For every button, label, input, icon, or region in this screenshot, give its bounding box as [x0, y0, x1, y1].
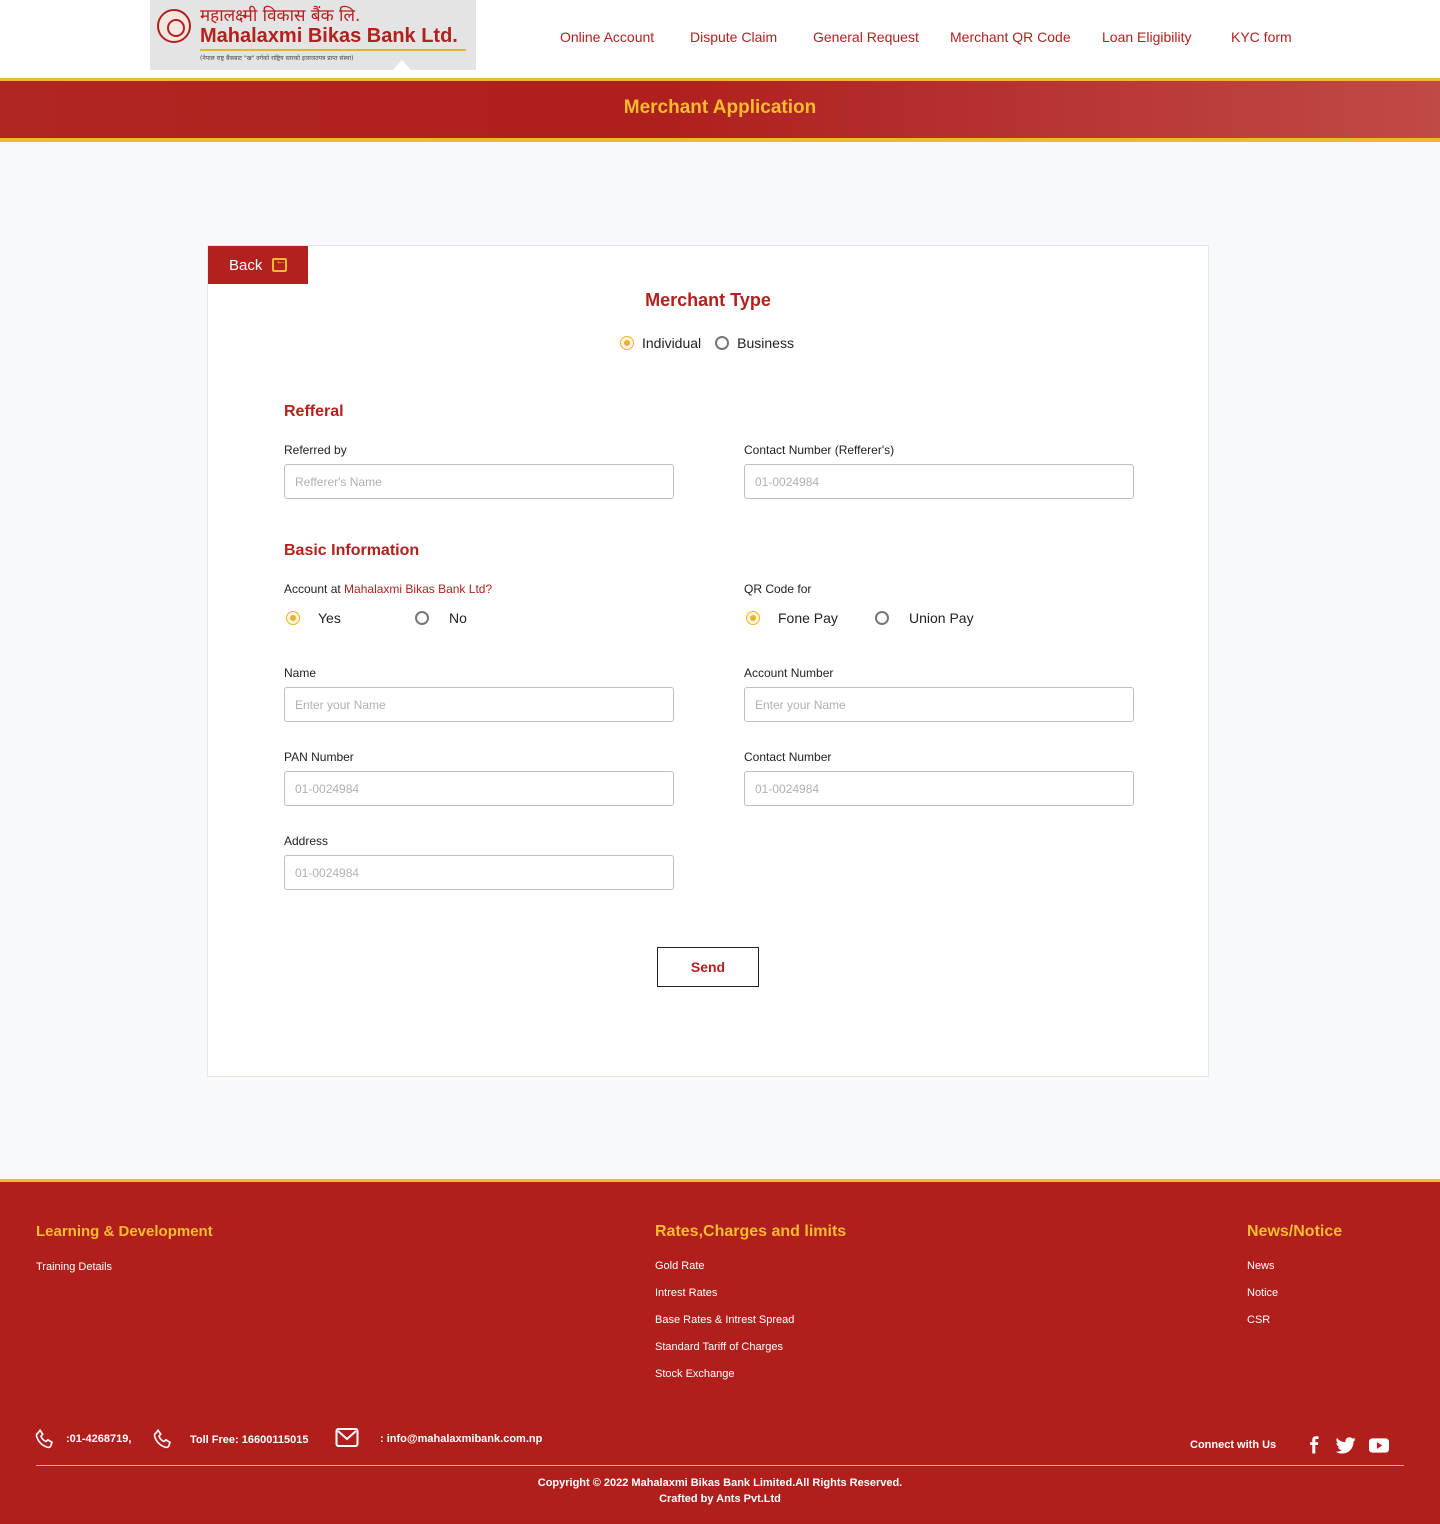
account-number-label: Account Number	[744, 666, 834, 680]
nav-general-request[interactable]: General Request	[813, 29, 919, 45]
site-header: महालक्ष्मी विकास बैंक लि. Mahalaxmi Bika…	[0, 0, 1440, 78]
account-question-label: Account at Mahalaxmi Bikas Bank Ltd?	[284, 582, 492, 596]
email-address[interactable]: : info@mahalaxmibank.com.np	[380, 1433, 542, 1445]
union-pay-label: Union Pay	[909, 610, 974, 626]
referrer-contact-input[interactable]	[744, 464, 1134, 499]
footer-link-standard-tariff[interactable]: Standard Tariff of Charges	[655, 1341, 783, 1353]
copyright-text: Copyright © 2022 Mahalaxmi Bikas Bank Li…	[537, 1477, 903, 1489]
account-question-bank: Mahalaxmi Bikas Bank Ltd?	[344, 582, 493, 596]
nav-dispute-claim[interactable]: Dispute Claim	[690, 29, 777, 45]
twitter-icon[interactable]	[1336, 1437, 1356, 1454]
learning-development-title: Learning & Development	[36, 1223, 213, 1240]
footer-divider	[36, 1465, 1404, 1466]
page-title: Merchant Application	[623, 97, 817, 118]
content-area: Back Merchant Type Individual Business R…	[0, 142, 1440, 1179]
youtube-icon[interactable]	[1369, 1438, 1389, 1453]
toll-free-phone-icon	[153, 1428, 171, 1449]
footer-link-notice[interactable]: Notice	[1247, 1287, 1278, 1299]
basic-info-section-title: Basic Information	[284, 542, 420, 559]
referrer-contact-label: Contact Number (Refferer's)	[744, 443, 895, 457]
back-button[interactable]: Back	[208, 246, 308, 284]
logo-nepali-text: महालक्ष्मी विकास बैंक लि.	[200, 6, 361, 26]
toll-free-number[interactable]: Toll Free: 16600115015	[190, 1434, 308, 1446]
nav-merchant-qr-code[interactable]: Merchant QR Code	[950, 29, 1071, 45]
qr-options: Fone Pay	[746, 610, 838, 626]
account-yes-label: Yes	[318, 610, 341, 626]
referral-section-title: Refferal	[284, 403, 344, 420]
referred-by-input[interactable]	[284, 464, 674, 499]
merchant-form-card: Back Merchant Type Individual Business R…	[207, 245, 1209, 1077]
send-button[interactable]: Send	[657, 947, 759, 987]
radio-account-no[interactable]	[415, 611, 429, 625]
footer-link-interest-rates[interactable]: Intrest Rates	[655, 1287, 717, 1299]
referred-by-label: Referred by	[284, 443, 347, 457]
footer-link-csr[interactable]: CSR	[1247, 1314, 1270, 1326]
radio-fone-pay[interactable]	[746, 611, 760, 625]
mail-icon	[335, 1428, 359, 1447]
radio-individual[interactable]	[620, 336, 634, 350]
business-label: Business	[737, 335, 794, 351]
radio-account-yes[interactable]	[286, 611, 300, 625]
individual-label: Individual	[642, 335, 702, 351]
facebook-icon[interactable]	[1308, 1436, 1320, 1454]
footer-link-stock-exchange[interactable]: Stock Exchange	[655, 1368, 735, 1380]
rates-charges-title: Rates,Charges and limits	[655, 1223, 847, 1240]
account-no-label: No	[449, 610, 467, 626]
site-footer: Learning & Development Training Details …	[0, 1179, 1440, 1524]
contact-number-label: Contact Number	[744, 750, 832, 764]
nav-kyc-form[interactable]: KYC form	[1231, 29, 1292, 45]
qr-code-for-label: QR Code for	[744, 582, 812, 596]
connect-with-us-label: Connect with Us	[1190, 1439, 1277, 1451]
news-notice-title: News/Notice	[1247, 1223, 1343, 1240]
crafted-by-text: Crafted by Ants Pvt.Ltd	[659, 1493, 781, 1505]
address-label: Address	[284, 834, 329, 848]
radio-union-pay[interactable]	[875, 611, 889, 625]
bank-emblem-icon	[157, 9, 191, 43]
phone-number[interactable]: :01-4268719,	[66, 1433, 131, 1445]
name-label: Name	[284, 666, 317, 680]
name-input[interactable]	[284, 687, 674, 722]
merchant-type-title: Merchant Type	[645, 290, 771, 310]
footer-link-training-details[interactable]: Training Details	[36, 1261, 112, 1273]
merchant-type-options: Individual Business	[620, 335, 794, 351]
nav-online-account[interactable]: Online Account	[560, 29, 654, 45]
fone-pay-label: Fone Pay	[778, 610, 838, 626]
footer-link-base-rates[interactable]: Base Rates & Intrest Spread	[655, 1314, 794, 1326]
account-number-input[interactable]	[744, 687, 1134, 722]
address-input[interactable]	[284, 855, 674, 890]
logo-underline	[200, 49, 466, 51]
back-exit-icon	[272, 255, 288, 272]
footer-link-gold-rate[interactable]: Gold Rate	[655, 1260, 705, 1272]
logo-tagline: (नेपाल राष्ट्र बैंकबाट "ख" वर्गको राष्ट्…	[200, 55, 354, 62]
contact-number-input[interactable]	[744, 771, 1134, 806]
page-title-band: Merchant Application	[0, 78, 1440, 142]
phone-icon	[35, 1428, 53, 1449]
bank-logo[interactable]: महालक्ष्मी विकास बैंक लि. Mahalaxmi Bika…	[150, 0, 476, 70]
logo-notch	[393, 60, 411, 70]
pan-number-input[interactable]	[284, 771, 674, 806]
back-label: Back	[229, 256, 263, 274]
account-options: Yes	[286, 610, 341, 626]
account-options-no: No	[415, 610, 467, 626]
radio-business[interactable]	[715, 336, 730, 350]
qr-options-union: Union Pay	[875, 610, 974, 626]
account-question-prefix: Account at	[284, 582, 345, 596]
pan-number-label: PAN Number	[284, 750, 354, 764]
nav-loan-eligibility[interactable]: Loan Eligibility	[1102, 29, 1192, 45]
footer-link-news[interactable]: News	[1247, 1260, 1275, 1272]
logo-english-text: Mahalaxmi Bikas Bank Ltd.	[200, 25, 458, 47]
